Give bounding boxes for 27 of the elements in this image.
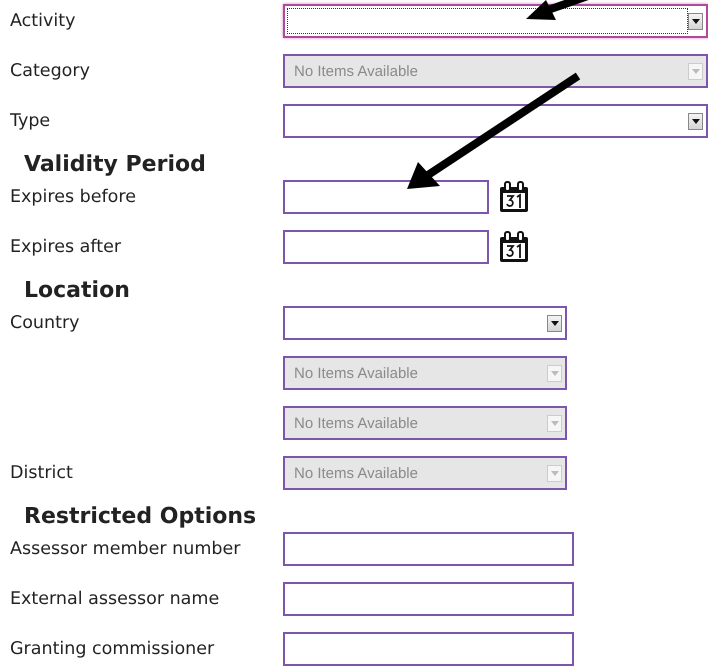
field-label: Category [10, 61, 90, 81]
calendar-icon[interactable] [497, 230, 531, 264]
field-label: External assessor name [10, 589, 220, 609]
section-heading: Restricted Options [23, 503, 258, 531]
dropdown-button[interactable] [688, 12, 703, 30]
section-heading: Validity Period [23, 151, 207, 179]
dropdown-button[interactable] [688, 112, 703, 130]
field-label: Activity [10, 11, 76, 31]
field-label: Expires after [10, 237, 122, 257]
dropdown-button[interactable] [547, 314, 562, 332]
dropdown-field[interactable] [283, 306, 567, 340]
text-field[interactable] [283, 632, 574, 666]
section-heading: Location [23, 277, 131, 305]
dropdown-field[interactable] [283, 4, 708, 38]
arrow [526, 0, 590, 20]
date-field[interactable] [283, 230, 489, 264]
field-label: Granting commissioner [10, 639, 214, 659]
field-label: Assessor member number [10, 539, 240, 559]
calendar-icon[interactable] [497, 180, 531, 214]
field-label: Country [10, 313, 80, 333]
field-label: Type [10, 111, 50, 131]
text-field[interactable] [283, 532, 574, 566]
field-label: Expires before [10, 187, 136, 207]
text-field[interactable] [283, 582, 574, 616]
field-label: District [10, 463, 73, 483]
date-field[interactable] [283, 180, 489, 214]
dropdown-field[interactable] [283, 104, 708, 138]
